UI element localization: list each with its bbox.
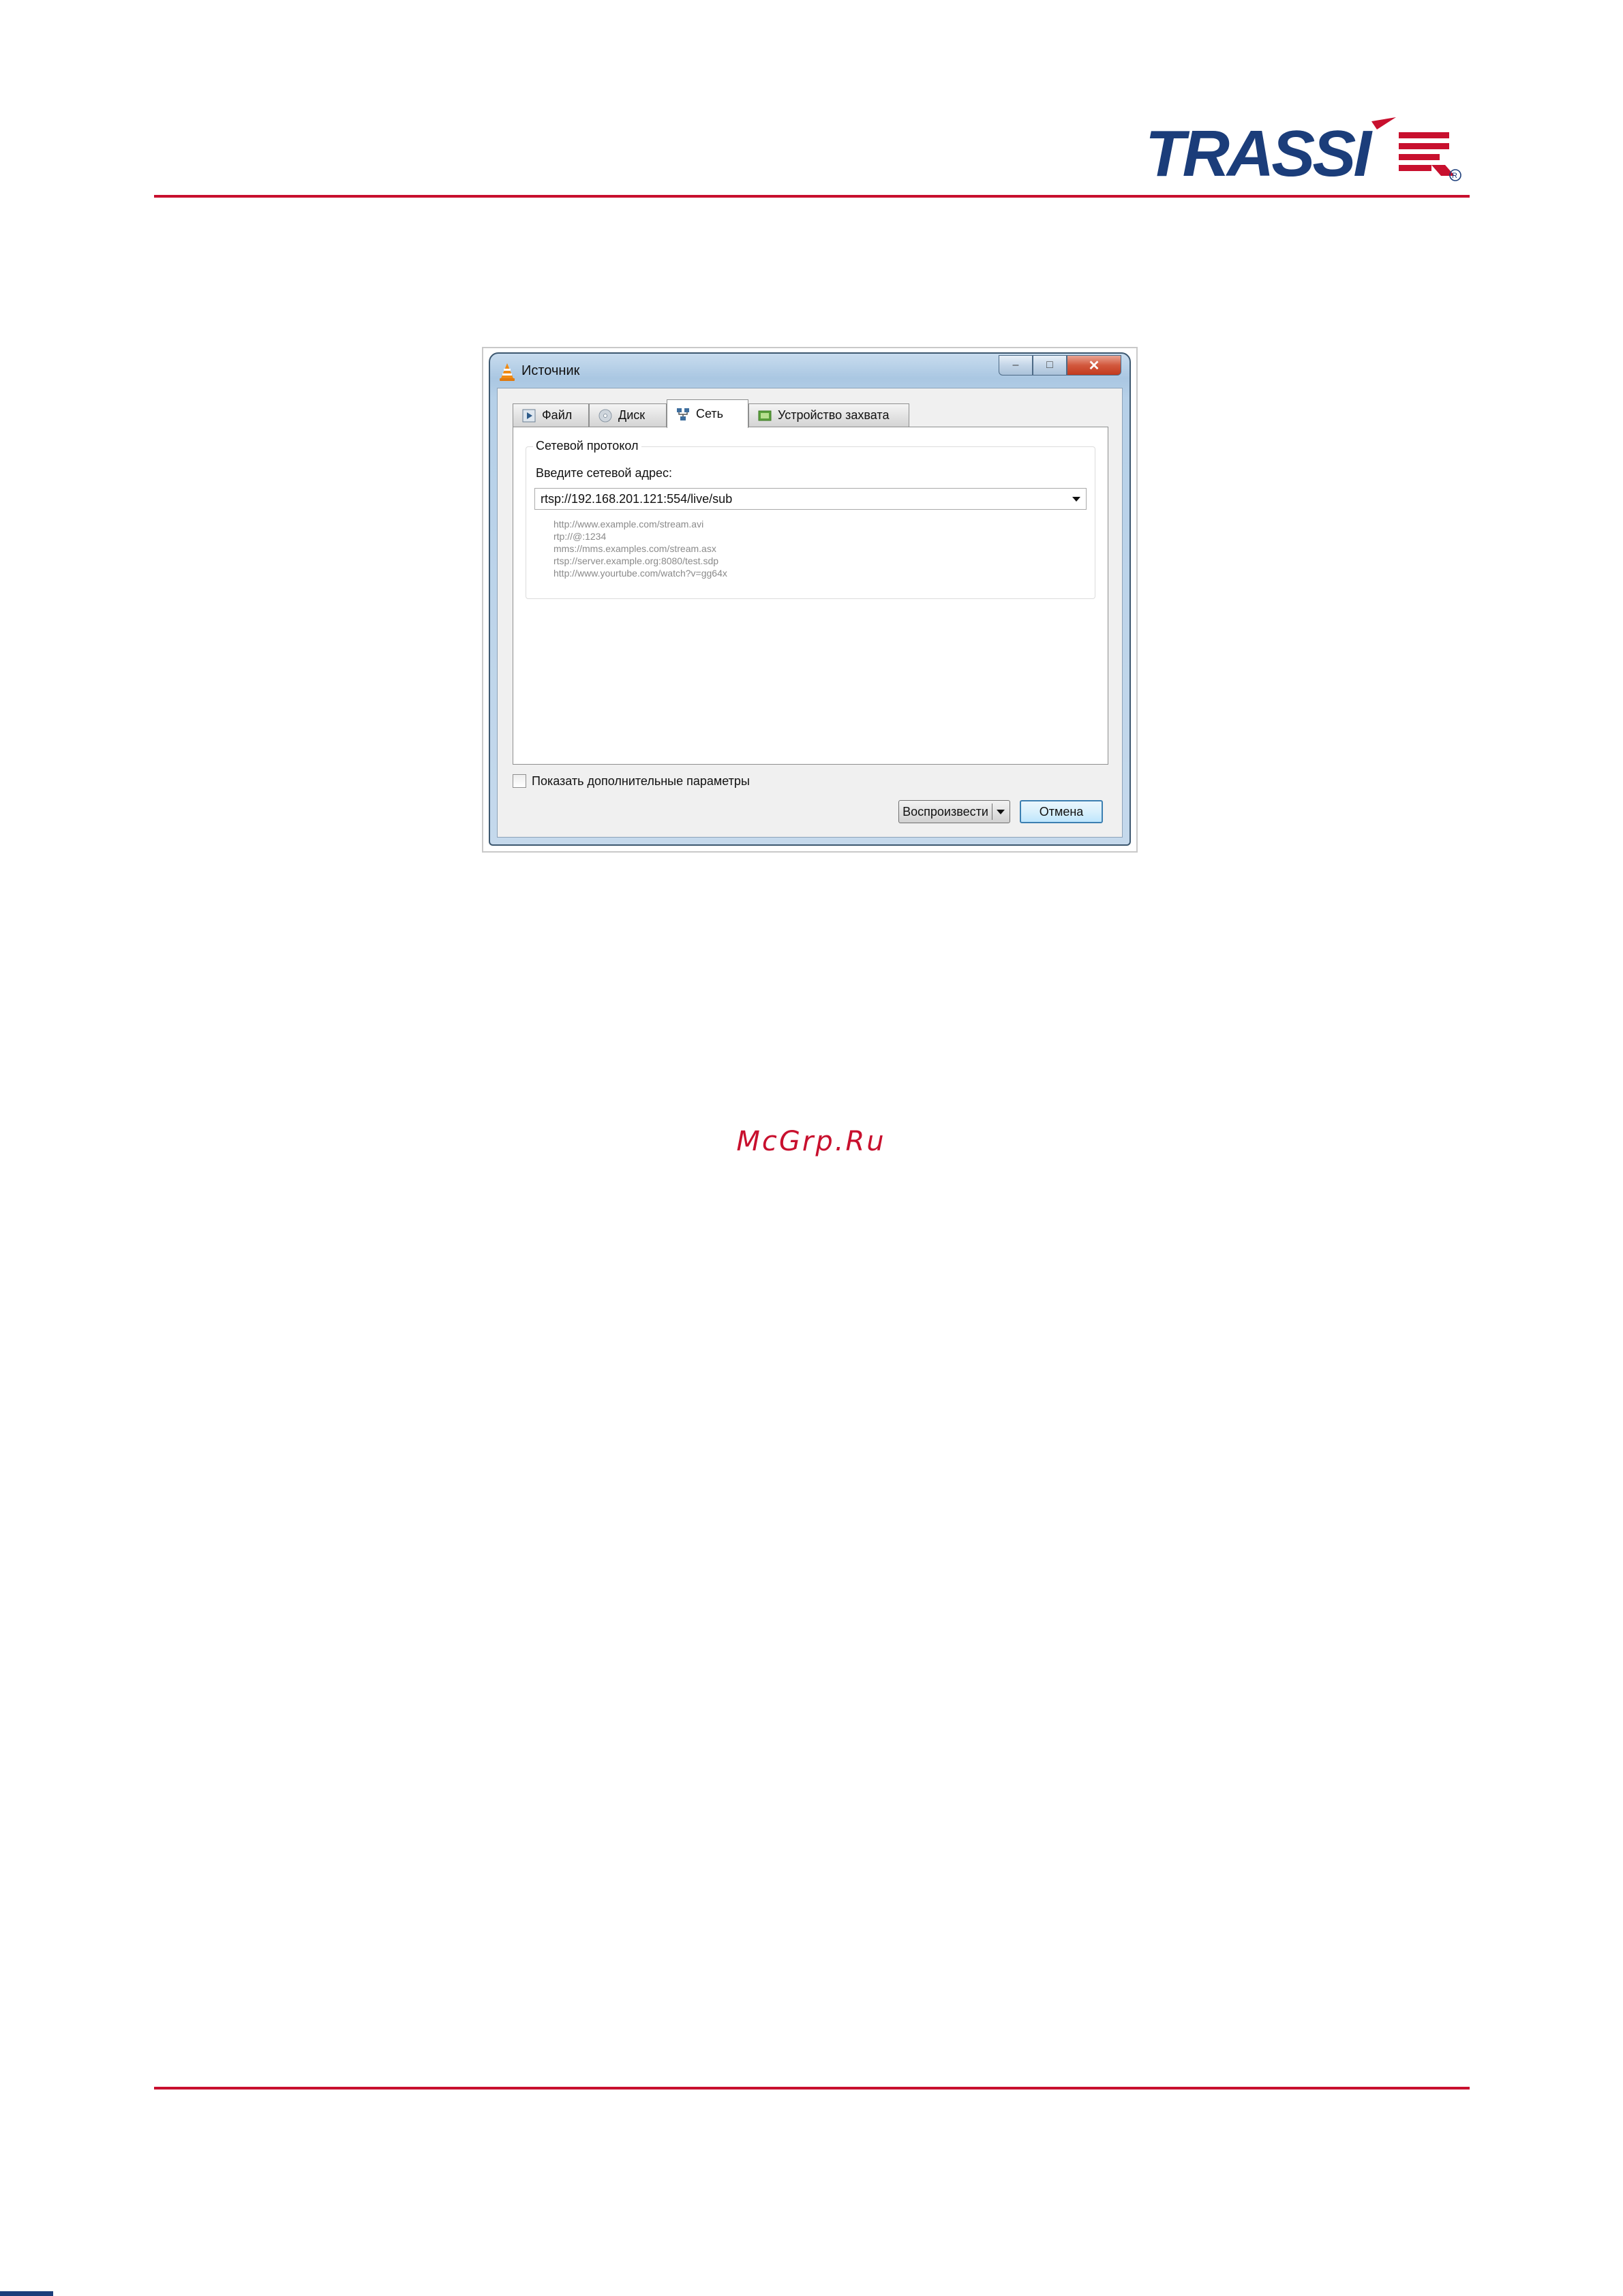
dialog-title: Источник [521,363,580,378]
title-bar[interactable]: Источник – □ ✕ [490,354,1129,388]
vlc-cone-icon [500,363,515,381]
tab-file[interactable]: Файл [513,403,589,427]
dialog-client-area: Файл Диск Сеть Устройство захвата Сетево… [497,388,1123,838]
dialog-screenshot: Источник – □ ✕ Файл Диск Сеть Устройство… [482,347,1138,853]
open-media-dialog: Источник – □ ✕ Файл Диск Сеть Устройство… [489,352,1131,846]
close-icon: ✕ [1088,358,1100,373]
group-title: Сетевой протокол [533,439,641,453]
example-url: rtsp://server.example.org:8080/test.sdp [553,555,719,566]
close-button[interactable]: ✕ [1067,355,1121,376]
example-url: rtp://@:1234 [553,531,607,542]
tab-capture-device[interactable]: Устройство захвата [748,403,909,427]
tab-network[interactable]: Сеть [667,399,748,428]
corner-mark [0,2291,53,2296]
play-split-button[interactable]: Воспроизвести [898,800,1010,823]
show-more-options[interactable]: Показать дополнительные параметры [513,773,750,789]
disc-icon [598,409,612,422]
network-tab-panel: Сетевой протокол Введите сетевой адрес: … [513,427,1108,765]
play-file-icon [522,409,536,422]
play-button[interactable]: Воспроизвести [899,801,992,823]
cancel-button[interactable]: Отмена [1020,800,1103,823]
footer-rule [154,2087,1470,2090]
show-more-options-label[interactable]: Показать дополнительные параметры [532,774,750,789]
logo-r-stripes [1399,132,1455,176]
caption-buttons: – □ ✕ [999,355,1121,377]
network-protocol-group: Сетевой протокол Введите сетевой адрес: … [526,439,1095,599]
example-url: mms://mms.examples.com/stream.asx [553,543,716,554]
address-label: Введите сетевой адрес: [536,466,673,480]
header-rule [154,195,1470,198]
tab-disc-label: Диск [618,408,646,422]
svg-text:TRASSI: TRASSI [1145,117,1373,190]
logo-accent [1371,117,1396,129]
network-address-combobox[interactable]: rtsp://192.168.201.121:554/live/sub [534,488,1087,510]
network-icon [677,408,689,420]
watermark: McGrp.Ru [736,1126,886,1157]
example-url: http://www.example.com/stream.avi [553,519,704,530]
maximize-icon: □ [1046,359,1053,371]
url-examples: http://www.example.com/stream.avi rtp://… [553,518,727,579]
trassir-logo: TRASSI R [1145,117,1461,190]
svg-text:R: R [1452,172,1457,180]
tab-capture-device-label: Устройство захвата [778,408,890,422]
minimize-icon: – [1012,359,1019,371]
network-address-value[interactable]: rtsp://192.168.201.121:554/live/sub [541,492,732,506]
chevron-down-icon[interactable] [997,810,1005,814]
minimize-button[interactable]: – [999,355,1033,376]
chevron-down-icon[interactable] [1072,497,1080,502]
capture-device-icon [758,410,772,420]
show-more-options-checkbox[interactable] [513,774,526,788]
example-url: http://www.yourtube.com/watch?v=gg64x [553,568,727,579]
tab-disc[interactable]: Диск [589,403,667,427]
tab-file-label: Файл [542,408,573,422]
maximize-button[interactable]: □ [1033,355,1067,376]
tab-network-label: Сеть [696,407,724,420]
